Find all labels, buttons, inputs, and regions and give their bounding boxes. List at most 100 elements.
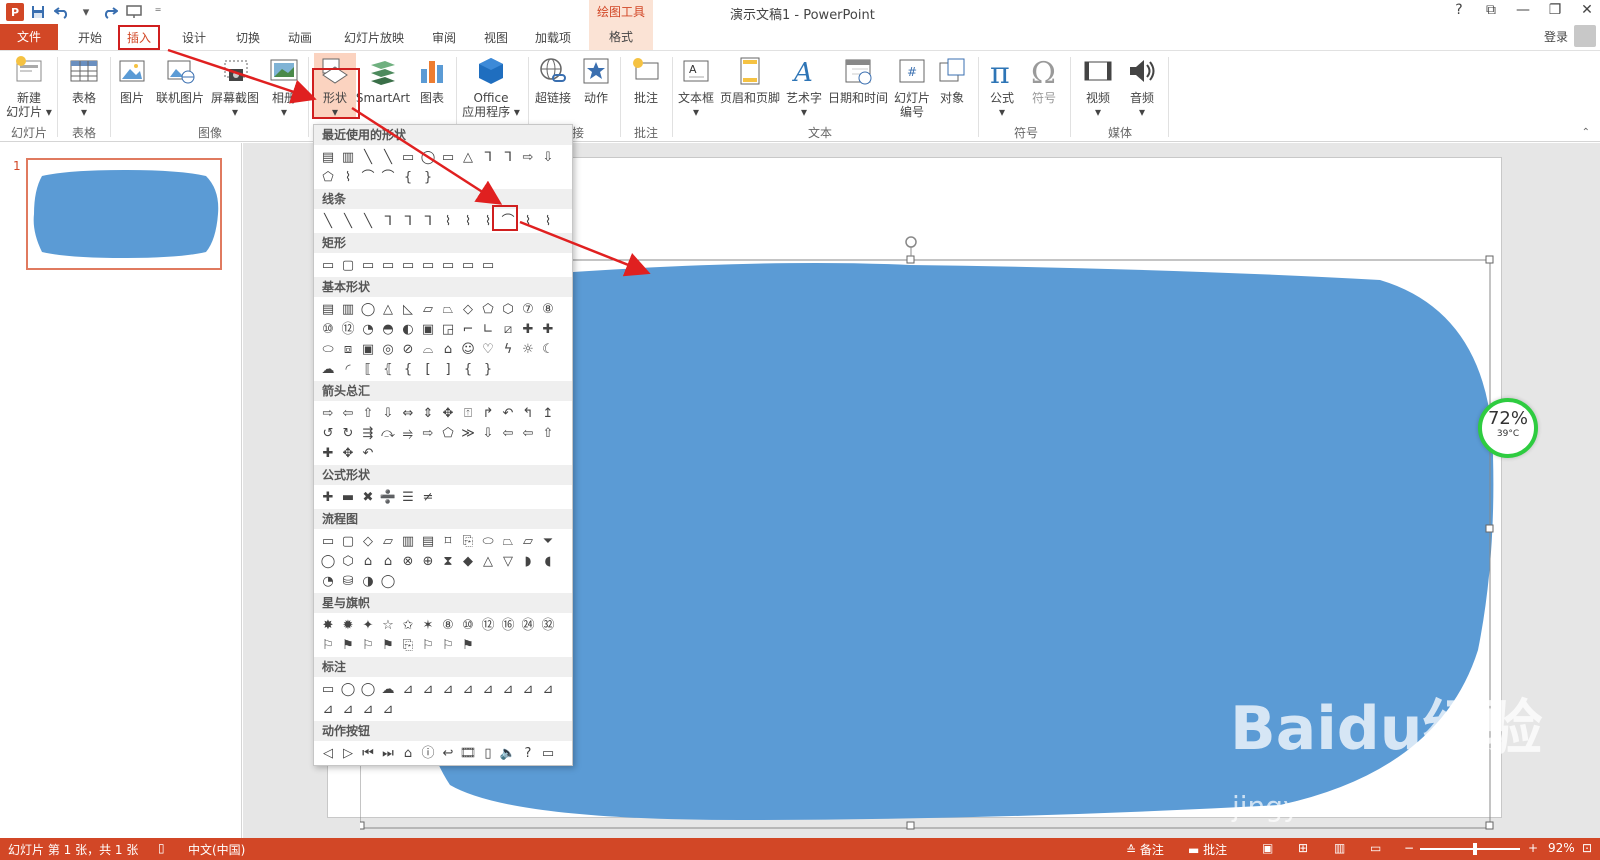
shape-option-icon[interactable]: ▯ — [478, 743, 498, 763]
reading-view-icon[interactable]: ▥ — [1334, 841, 1345, 855]
shape-option-icon[interactable]: ⚑ — [458, 635, 478, 655]
shape-option-icon[interactable]: ⏭ — [378, 743, 398, 763]
shape-option-icon[interactable]: ↺ — [318, 423, 338, 443]
shape-option-icon[interactable]: ⌒ — [378, 167, 398, 187]
shape-option-icon[interactable]: ▷ — [338, 743, 358, 763]
tab-addins[interactable]: 加载项 — [528, 27, 578, 49]
shape-option-icon[interactable]: ◔ — [318, 571, 338, 591]
shape-option-icon[interactable]: ⌒ — [358, 167, 378, 187]
shape-option-icon[interactable]: ▣ — [418, 319, 438, 339]
shape-option-icon[interactable]: ╲ — [338, 211, 358, 231]
shape-option-icon[interactable]: ☼ — [518, 339, 538, 359]
shape-option-icon[interactable]: ⚐ — [358, 635, 378, 655]
shape-option-icon[interactable]: ✹ — [338, 615, 358, 635]
shape-option-icon[interactable]: ▭ — [438, 147, 458, 167]
shape-option-icon[interactable]: ✥ — [338, 443, 358, 463]
shape-option-icon[interactable]: ⑦ — [518, 299, 538, 319]
shape-option-icon[interactable]: ⊿ — [398, 679, 418, 699]
zoom-in-icon[interactable]: + — [1528, 841, 1538, 855]
tab-format[interactable]: 格式 — [589, 24, 653, 50]
tab-home[interactable]: 开始 — [70, 27, 110, 49]
present-icon[interactable] — [124, 3, 144, 21]
online-picture-button[interactable]: 联机图片 — [154, 55, 206, 105]
shape-option-icon[interactable]: ▭ — [358, 255, 378, 275]
slide-number-button[interactable]: # 幻灯片 编号 — [892, 55, 932, 119]
spellcheck-icon[interactable]: ▯ — [158, 841, 165, 855]
shape-option-icon[interactable]: ⥤ — [398, 423, 418, 443]
shape-option-icon[interactable]: ◯ — [418, 147, 438, 167]
shape-option-icon[interactable]: ⧈ — [338, 339, 358, 359]
shape-option-icon[interactable]: ⏢ — [438, 299, 458, 319]
shape-option-icon[interactable]: ⎘ — [398, 635, 418, 655]
shape-option-icon[interactable]: ♡ — [478, 339, 498, 359]
shape-option-icon[interactable]: ⏢ — [498, 531, 518, 551]
shape-option-icon[interactable]: ⌂ — [358, 551, 378, 571]
shape-option-icon[interactable]: ⌂ — [398, 743, 418, 763]
shape-option-icon[interactable]: ↰ — [518, 403, 538, 423]
shape-option-icon[interactable]: ☰ — [398, 487, 418, 507]
shape-option-icon[interactable]: [ — [418, 359, 438, 379]
shape-option-icon[interactable]: ◆ — [458, 551, 478, 571]
shape-option-icon[interactable]: ⚑ — [378, 635, 398, 655]
new-slide-button[interactable]: 新建 幻灯片 ▾ — [6, 55, 52, 119]
system-monitor-gauge[interactable]: 72% 39°C — [1478, 398, 1538, 458]
shape-option-icon[interactable]: ⎘ — [458, 531, 478, 551]
chart-button[interactable]: 图表 — [414, 55, 450, 105]
shape-option-icon[interactable]: ☁ — [318, 359, 338, 379]
tab-review[interactable]: 审阅 — [424, 27, 464, 49]
tab-insert[interactable]: 插入 — [118, 25, 160, 50]
restore-icon[interactable]: ❐ — [1546, 2, 1564, 18]
shape-option-icon[interactable]: ⊿ — [358, 699, 378, 719]
shape-option-icon[interactable]: ⌂ — [438, 339, 458, 359]
shape-option-icon[interactable]: ⚐ — [438, 635, 458, 655]
shape-option-icon[interactable]: ◲ — [438, 319, 458, 339]
shape-option-icon[interactable]: ⌇ — [338, 167, 358, 187]
shape-option-icon[interactable]: ◯ — [358, 679, 378, 699]
shape-option-icon[interactable]: ✖ — [358, 487, 378, 507]
screenshot-button[interactable]: 屏幕截图 ▾ — [208, 55, 262, 119]
shape-option-icon[interactable]: ⊿ — [538, 679, 558, 699]
shape-option-icon[interactable]: ◑ — [358, 571, 378, 591]
equation-button[interactable]: π 公式 ▾ — [984, 55, 1020, 119]
shape-option-icon[interactable]: ◎ — [378, 339, 398, 359]
shape-option-icon[interactable]: ⊿ — [478, 679, 498, 699]
shape-option-icon[interactable]: ◗ — [518, 551, 538, 571]
shape-option-icon[interactable]: ⟦ — [358, 359, 378, 379]
slide-sorter-icon[interactable]: ⊞ — [1298, 841, 1308, 855]
shape-option-icon[interactable]: ⇦ — [518, 423, 538, 443]
shape-option-icon[interactable]: ◺ — [398, 299, 418, 319]
minimize-icon[interactable]: — — [1514, 2, 1532, 18]
shape-option-icon[interactable]: ≫ — [458, 423, 478, 443]
shape-option-icon[interactable]: ▤ — [318, 299, 338, 319]
zoom-slider-thumb[interactable] — [1473, 843, 1477, 855]
shape-option-icon[interactable]: ⊿ — [318, 699, 338, 719]
shape-option-icon[interactable]: ▭ — [398, 147, 418, 167]
shape-option-icon[interactable]: ☆ — [378, 615, 398, 635]
action-button[interactable]: 动作 — [578, 55, 614, 105]
table-button[interactable]: 表格 ▾ — [64, 55, 104, 119]
shape-option-icon[interactable]: ◓ — [378, 319, 398, 339]
tab-transitions[interactable]: 切换 — [228, 27, 268, 49]
shape-option-icon[interactable]: ⬡ — [338, 551, 358, 571]
shape-option-icon[interactable]: ▱ — [418, 299, 438, 319]
datetime-button[interactable]: 日期和时间 — [826, 55, 890, 105]
shape-option-icon[interactable]: ⑯ — [498, 615, 518, 635]
shape-option-icon[interactable]: ⬠ — [438, 423, 458, 443]
shape-option-icon[interactable]: ≠ — [418, 487, 438, 507]
shape-option-icon[interactable]: ↩ — [438, 743, 458, 763]
shape-option-icon[interactable]: △ — [458, 147, 478, 167]
shape-option-icon[interactable]: ╲ — [358, 211, 378, 231]
shape-option-icon[interactable]: ◖ — [538, 551, 558, 571]
office-apps-button[interactable]: Office 应用程序 ▾ — [460, 55, 522, 119]
tab-design[interactable]: 设计 — [174, 27, 214, 49]
shape-option-icon[interactable]: ✩ — [398, 615, 418, 635]
shape-option-icon[interactable]: ⊘ — [398, 339, 418, 359]
shape-option-icon[interactable]: ⛁ — [338, 571, 358, 591]
comment-button[interactable]: 批注 — [626, 55, 666, 105]
shape-option-icon[interactable]: ⬭ — [478, 531, 498, 551]
shape-option-icon[interactable]: } — [418, 167, 438, 187]
shape-option-icon[interactable]: ✚ — [518, 319, 538, 339]
shape-option-icon[interactable]: ⌇ — [438, 211, 458, 231]
shape-option-icon[interactable]: ⇧ — [538, 423, 558, 443]
shape-option-icon[interactable]: ✦ — [358, 615, 378, 635]
